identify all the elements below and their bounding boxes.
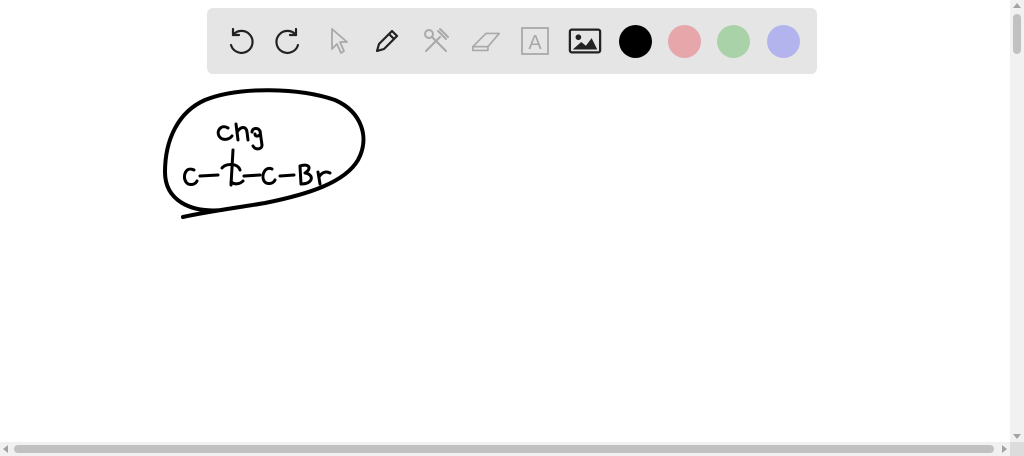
whiteboard-app: A xyxy=(0,0,1024,456)
scrollbar-corner xyxy=(1010,442,1024,456)
pencil-icon xyxy=(375,29,399,53)
color-swatch-pink[interactable] xyxy=(668,25,701,58)
handwriting-chain xyxy=(182,148,332,187)
vertical-scroll-thumb[interactable] xyxy=(1013,14,1021,54)
handwriting-ch3 xyxy=(216,122,264,151)
undo-button[interactable] xyxy=(223,24,257,58)
redo-button[interactable] xyxy=(272,24,306,58)
text-tool-glyph: A xyxy=(528,32,542,54)
color-swatch-green[interactable] xyxy=(717,25,750,58)
tools-icon xyxy=(424,28,449,52)
text-tool-button[interactable]: A xyxy=(518,24,552,58)
enclosing-loop-stroke xyxy=(163,88,366,219)
image-icon xyxy=(568,28,602,54)
color-swatch-black[interactable] xyxy=(619,25,652,58)
pen-tool-button[interactable] xyxy=(370,24,404,58)
eraser-icon xyxy=(471,32,501,52)
image-tool-button[interactable] xyxy=(568,24,602,58)
redo-icon xyxy=(275,27,300,54)
undo-icon xyxy=(229,27,254,54)
scroll-left-arrow-icon[interactable] xyxy=(3,445,8,453)
text-box-icon: A xyxy=(521,27,549,55)
vertical-scrollbar[interactable] xyxy=(1010,0,1024,442)
select-tool-button[interactable] xyxy=(321,24,355,58)
scroll-up-arrow-icon[interactable] xyxy=(1013,3,1021,8)
pointer-icon xyxy=(331,28,348,54)
toolbar: A xyxy=(207,8,817,74)
horizontal-scroll-thumb[interactable] xyxy=(14,445,994,453)
tools-button[interactable] xyxy=(419,24,453,58)
scroll-down-arrow-icon[interactable] xyxy=(1013,434,1021,439)
scroll-right-arrow-icon[interactable] xyxy=(1002,445,1007,453)
eraser-tool-button[interactable] xyxy=(469,24,503,58)
color-swatch-lavender[interactable] xyxy=(767,25,800,58)
horizontal-scrollbar[interactable] xyxy=(0,442,1010,456)
